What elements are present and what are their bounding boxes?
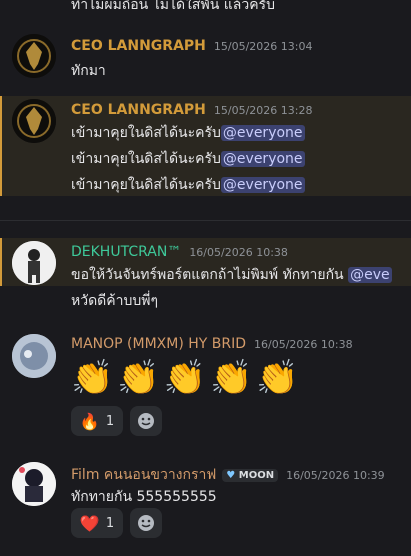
message-line: ขอให้วันจันทร์พอร์ตแตกถ้าไม่พิมพ์ ทักทาย… (71, 264, 392, 286)
clap-emoji-icon: 👏 (163, 358, 211, 398)
timestamp: 16/05/2026 10:38 (254, 338, 353, 351)
reaction-count: 1 (105, 413, 115, 429)
mention[interactable]: @everyone (220, 151, 305, 167)
divider (0, 220, 411, 221)
reaction-fire[interactable]: 🔥 1 (71, 406, 123, 436)
avatar[interactable] (12, 99, 56, 143)
mention[interactable]: @everyone (220, 177, 305, 193)
add-reaction-button[interactable] (130, 406, 162, 436)
message-highlighted: CEO LANNGRAPH 15/05/2026 13:28 เข้ามาคุยใ… (0, 96, 411, 196)
author-label[interactable]: CEO LANNGRAPH (71, 102, 206, 118)
clap-emoji-icon: 👏 (210, 358, 257, 398)
message: CEO LANNGRAPH 15/05/2026 13:04 ทักมา (0, 30, 411, 86)
message-text: ทักมา (71, 63, 106, 79)
timestamp: 16/05/2026 10:39 (286, 469, 385, 482)
author-label[interactable]: Film คนนอนขวางกราฟ (71, 467, 216, 483)
previous-message-text: ทำไม่ผมถือน ไม่ได้ใส่พัน แล้วครับ (71, 0, 275, 13)
avatar[interactable] (12, 334, 56, 378)
emoji-row: 👏👏👏👏👏 (71, 358, 303, 398)
message-line: เข้ามาคุยในดิสได้นะครับ @everyone (71, 122, 305, 144)
avatar[interactable] (12, 462, 56, 506)
author-label[interactable]: CEO LANNGRAPH (71, 38, 206, 54)
message-highlighted: DEKHUTCRAN™ 16/05/2026 10:38 ขอให้วันจันท… (0, 238, 411, 286)
clap-emoji-icon: 👏 (117, 358, 164, 398)
author-label[interactable]: DEKHUTCRAN™ (71, 244, 181, 260)
add-reaction-button[interactable] (130, 508, 162, 538)
reaction-heart[interactable]: ❤️ 1 (71, 508, 123, 538)
author-name[interactable]: Film คนนอนขวางกราฟ ♥ MOON 16/05/2026 10:39 (71, 464, 385, 486)
mention[interactable]: @everyone (220, 125, 305, 141)
moon-badge[interactable]: ♥ MOON (222, 468, 279, 482)
line-text: เข้ามาคุยในดิสได้นะครับ (71, 125, 221, 141)
line-text: ขอให้วันจันทร์พอร์ตแตกถ้าไม่พิมพ์ ทักทาย… (71, 267, 344, 283)
author-name[interactable]: MANOP (MMXM) HY BRID 16/05/2026 10:38 (71, 336, 353, 352)
author-name[interactable]: DEKHUTCRAN™ 16/05/2026 10:38 (71, 244, 288, 260)
author-name[interactable]: CEO LANNGRAPH 15/05/2026 13:04 (71, 38, 313, 54)
badge-label: MOON (238, 469, 275, 481)
message: MANOP (MMXM) HY BRID 16/05/2026 10:38 👏👏👏… (0, 330, 411, 440)
line-text: เข้ามาคุยในดิสได้นะครับ (71, 151, 221, 167)
mention-bar (0, 96, 2, 196)
mention[interactable]: @eve (348, 267, 392, 283)
message-text: ทักทายกัน 555555555 (71, 489, 217, 505)
message-line: เข้ามาคุยในดิสได้นะครับ @everyone (71, 148, 305, 170)
red-heart-icon: ❤️ (79, 513, 100, 533)
heart-icon: ♥ (226, 469, 236, 481)
line-text: เข้ามาคุยในดิสได้นะครับ (71, 177, 221, 193)
clap-emoji-icon: 👏 (256, 358, 303, 398)
author-name[interactable]: CEO LANNGRAPH 15/05/2026 13:28 (71, 102, 313, 118)
fire-icon: 🔥 (79, 411, 100, 431)
message-text: หวัดดีค้าบบพี่ๆ (71, 293, 159, 309)
reaction-count: 1 (105, 515, 115, 531)
message: Film คนนอนขวางกราฟ ♥ MOON 16/05/2026 10:39… (0, 458, 411, 548)
author-label[interactable]: MANOP (MMXM) HY BRID (71, 336, 246, 352)
timestamp: 15/05/2026 13:04 (213, 40, 313, 53)
avatar[interactable] (12, 241, 56, 285)
smiley-icon (138, 515, 154, 531)
smiley-icon (138, 413, 154, 429)
clap-emoji-icon: 👏 (71, 358, 118, 398)
avatar[interactable] (12, 34, 56, 78)
timestamp: 15/05/2026 13:28 (213, 104, 313, 117)
message-line: เข้ามาคุยในดิสได้นะครับ @everyone (71, 174, 305, 196)
timestamp: 16/05/2026 10:38 (189, 246, 288, 259)
mention-bar (0, 238, 2, 286)
